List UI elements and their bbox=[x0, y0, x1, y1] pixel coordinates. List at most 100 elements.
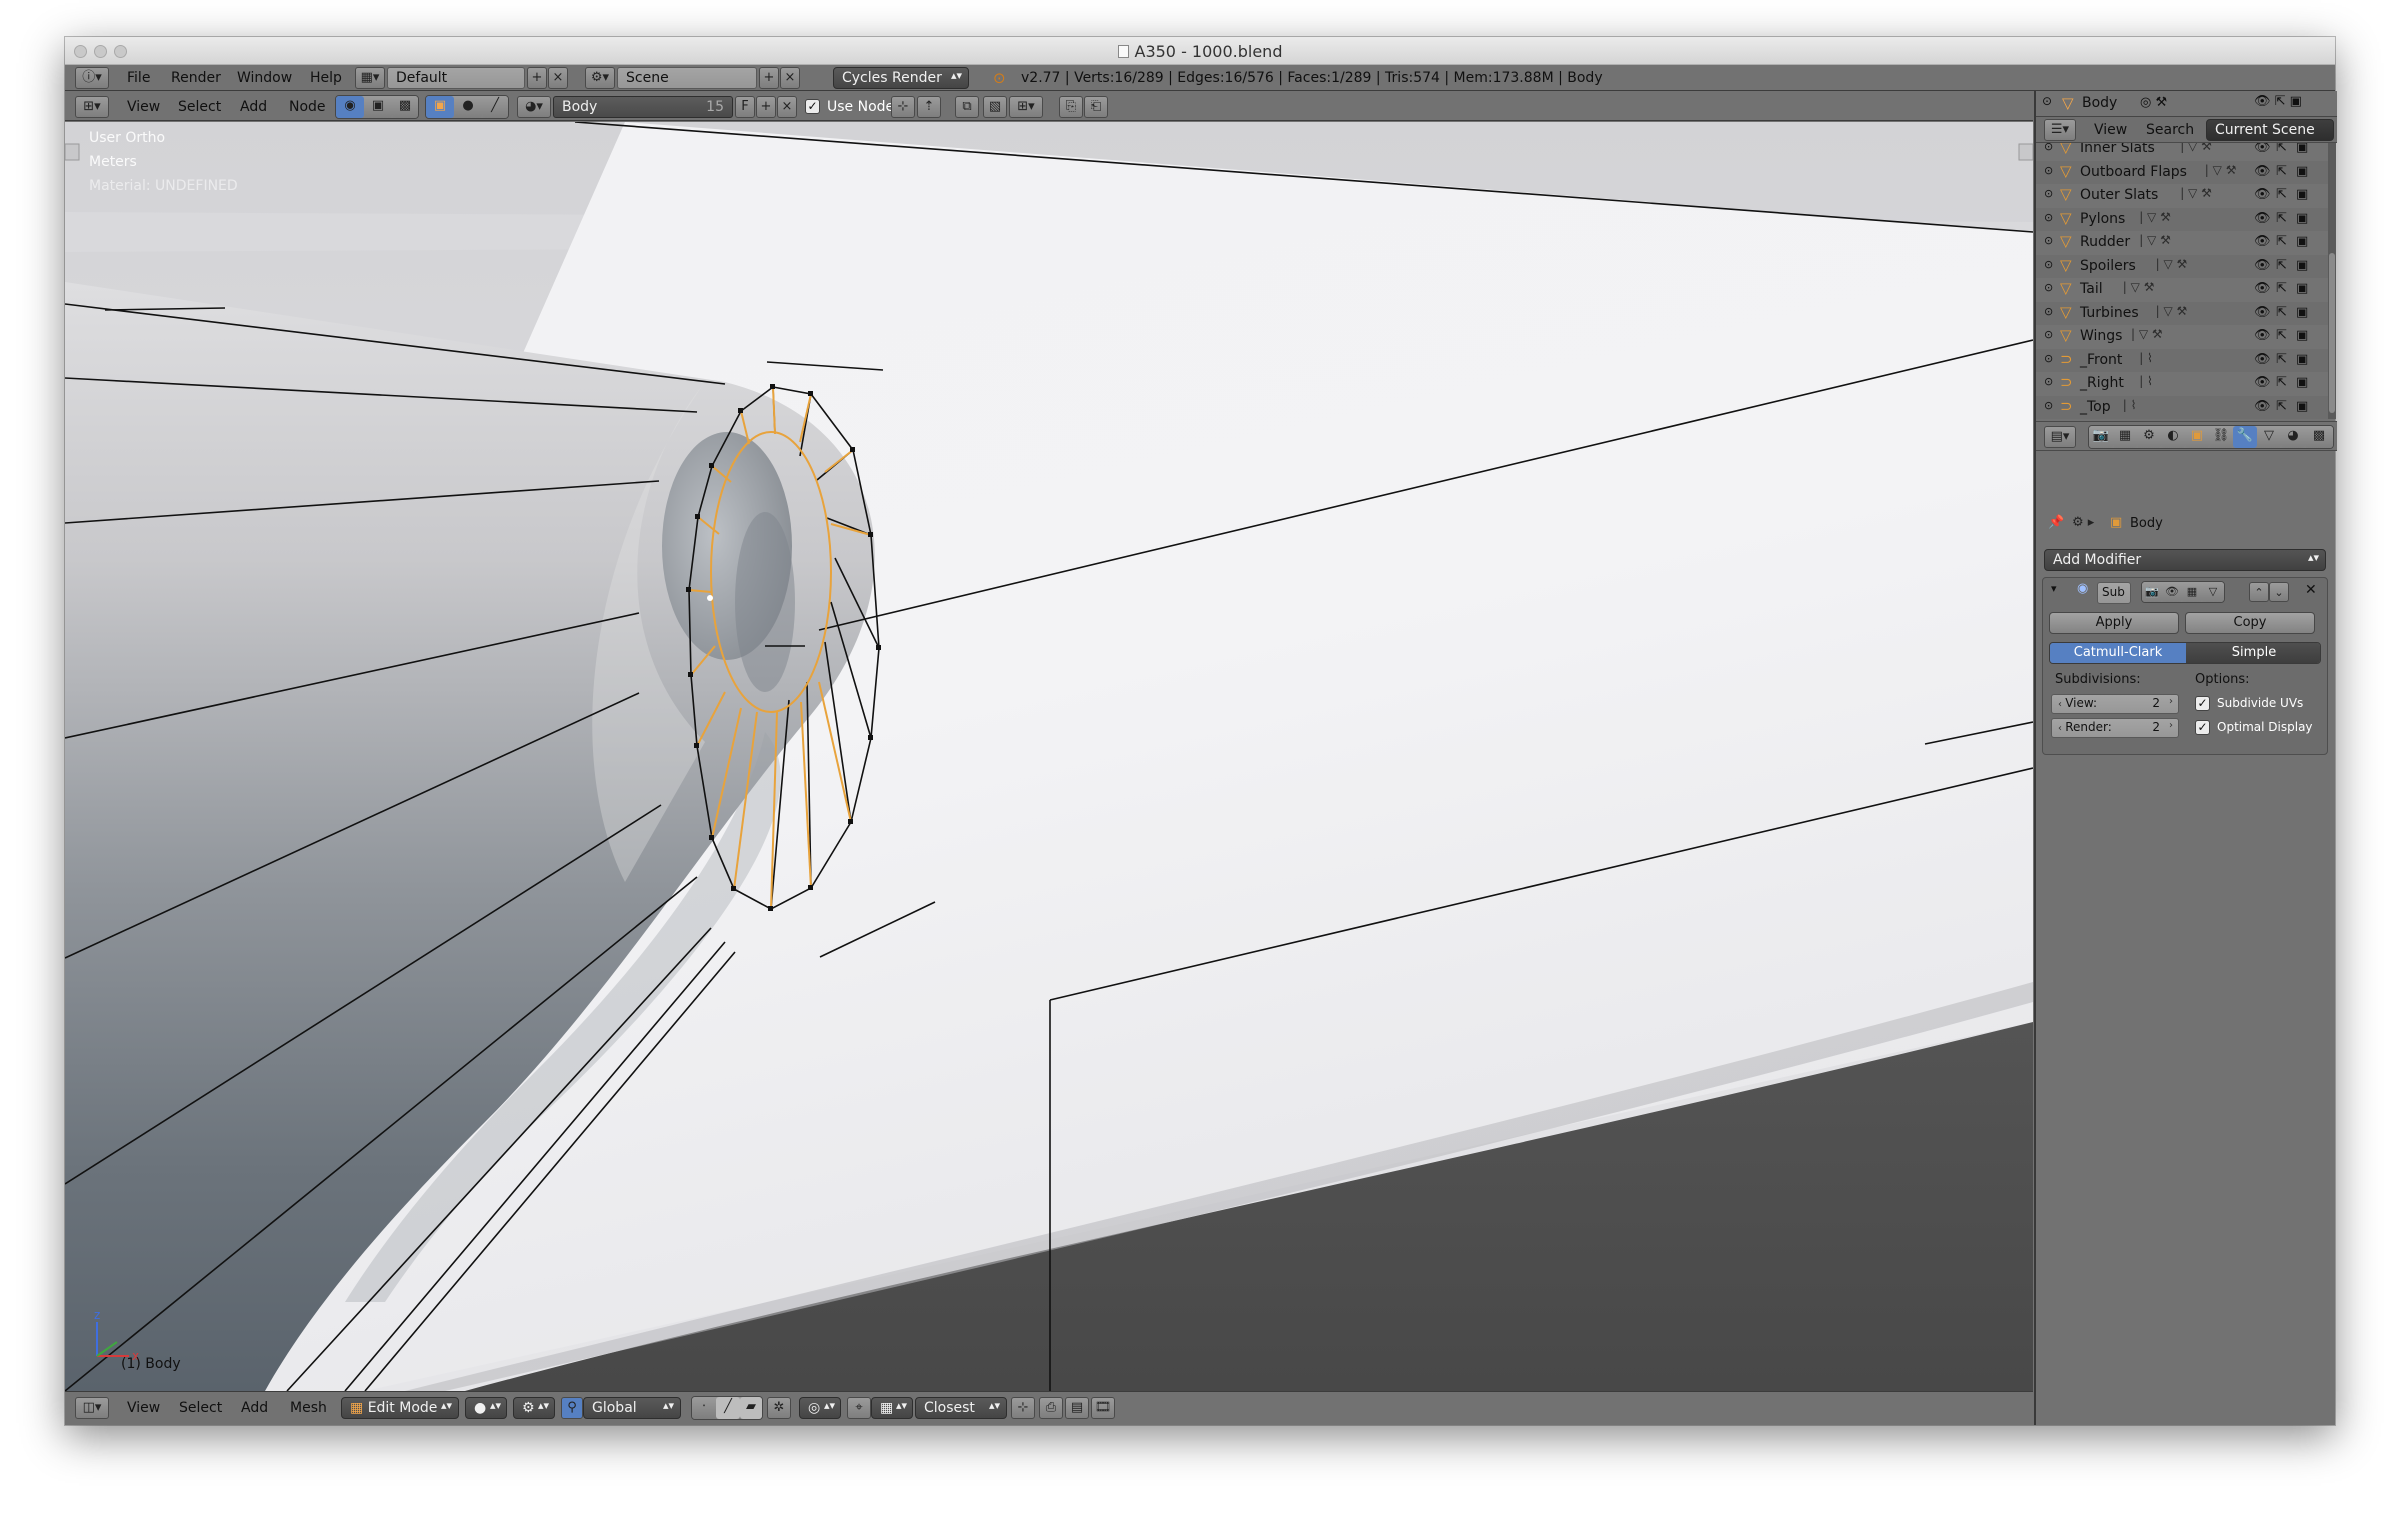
catmull-clark-option[interactable]: Catmull-Clark bbox=[2050, 643, 2186, 663]
viewport-toggle-icon[interactable]: 👁 bbox=[2162, 582, 2182, 602]
selectable-icon[interactable]: ⇱ bbox=[2276, 187, 2287, 202]
move-up-icon[interactable]: ⌃ bbox=[2249, 582, 2269, 602]
3d-viewport[interactable]: z x User Ortho Meters Material: UNDEFINE… bbox=[65, 122, 2033, 1391]
outliner-view-menu[interactable]: View bbox=[2094, 122, 2127, 138]
render-icon[interactable]: ▣ bbox=[2296, 305, 2308, 320]
backdrop-icon[interactable]: ▧ bbox=[983, 96, 1007, 118]
outliner-row-top[interactable]: ⊙ ⊃ _Top 👁 ⇱ ▣ bbox=[2036, 395, 2328, 419]
render-tab-icon[interactable]: 📷 bbox=[2089, 426, 2113, 448]
brush-icon[interactable]: ╱ bbox=[482, 96, 508, 118]
expand-icon[interactable]: ⊙ bbox=[2044, 258, 2053, 271]
shader-object-icon[interactable]: ◉ bbox=[336, 96, 364, 118]
apply-button[interactable]: Apply bbox=[2049, 612, 2179, 634]
limit-selection-icon[interactable]: ✲ bbox=[767, 1397, 791, 1419]
increment-render-icon[interactable]: › bbox=[2169, 720, 2173, 731]
data-tab-icon[interactable]: ▽ bbox=[2257, 426, 2281, 448]
simple-option[interactable]: Simple bbox=[2186, 643, 2320, 663]
selectable-icon[interactable]: ⇱ bbox=[2276, 143, 2287, 155]
material-browse-icon[interactable]: ◕▾ bbox=[517, 96, 551, 118]
cage-toggle-icon[interactable]: ▽ bbox=[2202, 582, 2224, 602]
remove-scene-icon[interactable]: × bbox=[780, 67, 800, 89]
object-tab-icon[interactable]: ▣ bbox=[2185, 426, 2209, 448]
expand-icon[interactable]: ⊙ bbox=[2044, 328, 2053, 341]
expand-icon[interactable]: ⊙ bbox=[2044, 211, 2053, 224]
eye-icon[interactable]: 👁 bbox=[2254, 211, 2271, 226]
world-tab-icon[interactable]: ◐ bbox=[2161, 426, 2185, 448]
proportional-select[interactable]: ◎ ▴▾ bbox=[799, 1397, 841, 1419]
snap-align-icon[interactable]: ⊹ bbox=[1011, 1397, 1035, 1419]
subdivide-uvs-checkbox[interactable]: ✓ bbox=[2195, 696, 2210, 711]
expand-toggle-icon[interactable]: ⊙ bbox=[2042, 94, 2052, 108]
eye-icon[interactable]: 👁 bbox=[2254, 234, 2271, 249]
pin-icon[interactable]: 📌 bbox=[2048, 515, 2064, 530]
object-data-icon[interactable]: ▣ bbox=[426, 96, 454, 118]
shader-linestyle-icon[interactable]: ▩ bbox=[392, 96, 418, 118]
render-icon[interactable]: ▣ bbox=[2296, 143, 2308, 155]
outliner-filter-select[interactable]: Current Scene bbox=[2206, 119, 2334, 141]
scene-tab-icon[interactable]: ⚙ bbox=[2137, 426, 2161, 448]
unlink-material-icon[interactable]: × bbox=[777, 96, 797, 118]
editmode-toggle-icon[interactable]: ▦ bbox=[2182, 582, 2202, 602]
render-icon[interactable]: ▣ bbox=[2296, 328, 2308, 343]
editor-type-properties-icon[interactable]: ▤▾ bbox=[2044, 426, 2076, 448]
menu-help[interactable]: Help bbox=[310, 70, 342, 86]
render-icon[interactable]: ▣ bbox=[2296, 375, 2308, 390]
editor-type-info-icon[interactable]: ⓘ▾ bbox=[75, 67, 109, 89]
eye-icon[interactable]: 👁 bbox=[2254, 187, 2271, 202]
snap-target-select[interactable]: Closest ▴▾ bbox=[915, 1397, 1007, 1419]
outliner-scroll-thumb[interactable] bbox=[2329, 253, 2335, 413]
eye-icon[interactable]: 👁 bbox=[2254, 375, 2271, 390]
selectable-icon[interactable]: ⇱ bbox=[2276, 281, 2287, 296]
snap-element-icon[interactable]: ⊞▾ bbox=[1009, 96, 1043, 118]
node-menu-add[interactable]: Add bbox=[240, 99, 267, 115]
render-icon[interactable]: ▣ bbox=[2296, 164, 2308, 179]
eye-icon[interactable]: 👁 bbox=[2254, 352, 2271, 367]
eye-icon[interactable]: 👁 bbox=[2254, 281, 2271, 296]
remove-modifier-icon[interactable]: ✕ bbox=[2305, 582, 2317, 598]
edge-select-icon[interactable]: ╱ bbox=[716, 1397, 740, 1419]
outliner-row-wings[interactable]: ⊙ ▽ Wings 👁 ⇱ ▣ bbox=[2036, 325, 2328, 348]
new-material-icon[interactable]: + bbox=[756, 96, 776, 118]
view-levels-field[interactable]: ‹ View: 2 › bbox=[2051, 694, 2179, 714]
use-nodes-checkbox[interactable]: ✓ bbox=[805, 99, 820, 114]
scene-field[interactable]: Scene bbox=[617, 67, 757, 89]
screen-layout-icon[interactable]: ▦▾ bbox=[355, 67, 385, 89]
expand-icon[interactable]: ⊙ bbox=[2044, 305, 2053, 318]
render-animation-icon[interactable]: 🎞 bbox=[1091, 1397, 1115, 1419]
face-select-icon[interactable]: ▰ bbox=[740, 1397, 762, 1419]
texture-tab-icon[interactable]: ▩ bbox=[2305, 426, 2333, 448]
shader-world-icon[interactable]: ▣ bbox=[364, 96, 392, 118]
manipulator-icon[interactable]: ⚲ bbox=[561, 1397, 583, 1419]
scene-icon[interactable]: ⚙▾ bbox=[585, 67, 615, 89]
render-layers-tab-icon[interactable]: ▦ bbox=[2113, 426, 2137, 448]
add-modifier-select[interactable]: Add Modifier ▴▾ bbox=[2044, 549, 2326, 571]
expand-icon[interactable]: ⊙ bbox=[2044, 143, 2053, 153]
render-icon[interactable]: ▣ bbox=[2296, 211, 2308, 226]
remove-screen-icon[interactable]: × bbox=[548, 67, 568, 89]
outliner-scrollbar[interactable] bbox=[2328, 143, 2336, 419]
outliner-row-outboard-flaps[interactable]: ⊙ ▽ Outboard Flaps 👁 ⇱ ▣ bbox=[2036, 160, 2328, 184]
expand-icon[interactable]: ⊙ bbox=[2044, 281, 2053, 294]
parent-node-icon[interactable]: ⇡ bbox=[917, 96, 941, 118]
view-menu-view[interactable]: View bbox=[127, 1400, 160, 1416]
expand-icon[interactable]: ⊙ bbox=[2044, 234, 2053, 247]
render-levels-field[interactable]: ‹ Render: 2 › bbox=[2051, 718, 2179, 738]
eye-icon[interactable]: 👁 bbox=[2254, 164, 2271, 179]
menu-file[interactable]: File bbox=[127, 70, 150, 86]
modifiers-tab-icon[interactable]: 🔧 bbox=[2233, 426, 2257, 448]
material-tab-icon[interactable]: ◕ bbox=[2281, 426, 2305, 448]
paste-nodes-icon[interactable]: ⎗ bbox=[1084, 96, 1108, 118]
node-menu-node[interactable]: Node bbox=[289, 99, 326, 115]
editor-type-3d-icon[interactable]: ◫▾ bbox=[75, 1397, 109, 1419]
material-name-field[interactable]: Body 15 bbox=[553, 96, 733, 118]
screen-layout-field[interactable]: Default bbox=[387, 67, 525, 89]
expand-icon[interactable]: ⊙ bbox=[2044, 187, 2053, 200]
constraints-tab-icon[interactable]: ⛓ bbox=[2209, 426, 2233, 448]
collapse-modifier-icon[interactable]: ▾ bbox=[2051, 582, 2057, 595]
fake-user-button[interactable]: F bbox=[735, 96, 755, 118]
optimal-display-checkbox[interactable]: ✓ bbox=[2195, 720, 2210, 735]
pivot-select[interactable]: ⚙ ▴▾ bbox=[513, 1397, 555, 1419]
expand-icon[interactable]: ⊙ bbox=[2044, 164, 2053, 177]
snap-node-icon[interactable]: ⊹ bbox=[891, 96, 915, 118]
selectable-icon[interactable]: ⇱ bbox=[2276, 352, 2287, 367]
